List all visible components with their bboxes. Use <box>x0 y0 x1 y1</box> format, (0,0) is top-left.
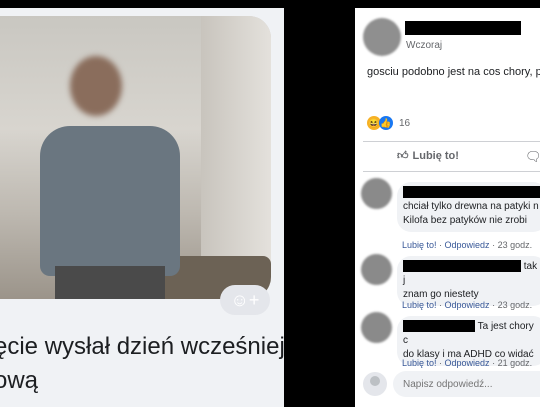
comment-bubble: tak j znam go niestety <box>397 256 540 306</box>
comment-like-link[interactable]: Lubię to! <box>402 240 437 250</box>
comment-like-link[interactable]: Lubię to! <box>402 358 437 368</box>
comment-avatar[interactable] <box>361 254 392 285</box>
comment-author-redacted <box>403 260 521 273</box>
comment-actions: Lubię to! · Odpowiedz · 21 godz. <box>402 358 533 368</box>
comment-text-2: znam go niestety <box>403 289 479 300</box>
like-button[interactable]: 👍︎ Lubię to! <box>397 149 459 163</box>
comment-time[interactable]: 23 godz. <box>498 240 533 250</box>
comment-reply-link[interactable]: Odpowiedz <box>445 358 490 368</box>
add-reaction-button[interactable]: ☺+ <box>220 285 270 315</box>
like-button-label: Lubię to! <box>412 149 459 162</box>
comment-time[interactable]: 21 godz. <box>498 358 533 368</box>
photo-caption: ęcie wysłał dzień wcześniej ową <box>0 330 284 398</box>
post-photo[interactable] <box>0 16 271 299</box>
comment-time[interactable]: 23 godz. <box>498 300 533 310</box>
comment-reply-link[interactable]: Odpowiedz <box>445 300 490 310</box>
comment-author-redacted <box>403 186 540 199</box>
reaction-summary[interactable]: 😆 👍 16 <box>367 116 410 130</box>
comment-bubble: chciał tylko drewna na patyki n Kilofa b… <box>397 182 540 232</box>
comment-text-1: chciał tylko drewna na patyki n <box>403 201 539 212</box>
post-timestamp[interactable]: Wczoraj <box>406 40 442 51</box>
add-reaction-icon: ☺+ <box>230 289 260 310</box>
photo-person-shirt <box>40 126 180 276</box>
comment-icon[interactable]: 🗨 <box>525 149 540 165</box>
comment-actions: Lubię to! · Odpowiedz · 23 godz. <box>402 240 533 250</box>
post-text: gosciu podobno jest na cos chory, p <box>367 66 540 78</box>
caption-line-2: ową <box>0 367 39 394</box>
author-avatar[interactable] <box>363 18 401 56</box>
author-name-redacted <box>405 21 521 35</box>
photo-card: ☺+ ęcie wysłał dzień wcześniej ową <box>0 8 284 407</box>
comment-actions: Lubię to! · Odpowiedz · 23 godz. <box>402 300 533 310</box>
reply-input[interactable] <box>393 371 540 397</box>
reaction-count: 16 <box>399 117 411 129</box>
comment-like-link[interactable]: Lubię to! <box>402 300 437 310</box>
divider <box>363 171 540 172</box>
caption-line-1: ęcie wysłał dzień wcześniej <box>0 333 284 360</box>
post-panel: Wczoraj gosciu podobno jest na cos chory… <box>355 8 540 407</box>
current-user-avatar <box>363 372 387 396</box>
thumbs-up-icon: 👍︎ <box>397 150 409 162</box>
photo-person-pants <box>55 266 165 299</box>
divider <box>363 141 540 142</box>
comment-avatar[interactable] <box>361 312 392 343</box>
comment-text-2: Kilofa bez patyków nie zrobi <box>403 215 527 226</box>
comment-reply-link[interactable]: Odpowiedz <box>445 240 490 250</box>
photo-person-head-blurred <box>70 56 122 116</box>
comment-avatar[interactable] <box>361 178 392 209</box>
like-reaction-icon: 👍 <box>379 116 393 130</box>
comment-author-redacted <box>403 320 475 333</box>
reply-bar <box>355 368 540 402</box>
